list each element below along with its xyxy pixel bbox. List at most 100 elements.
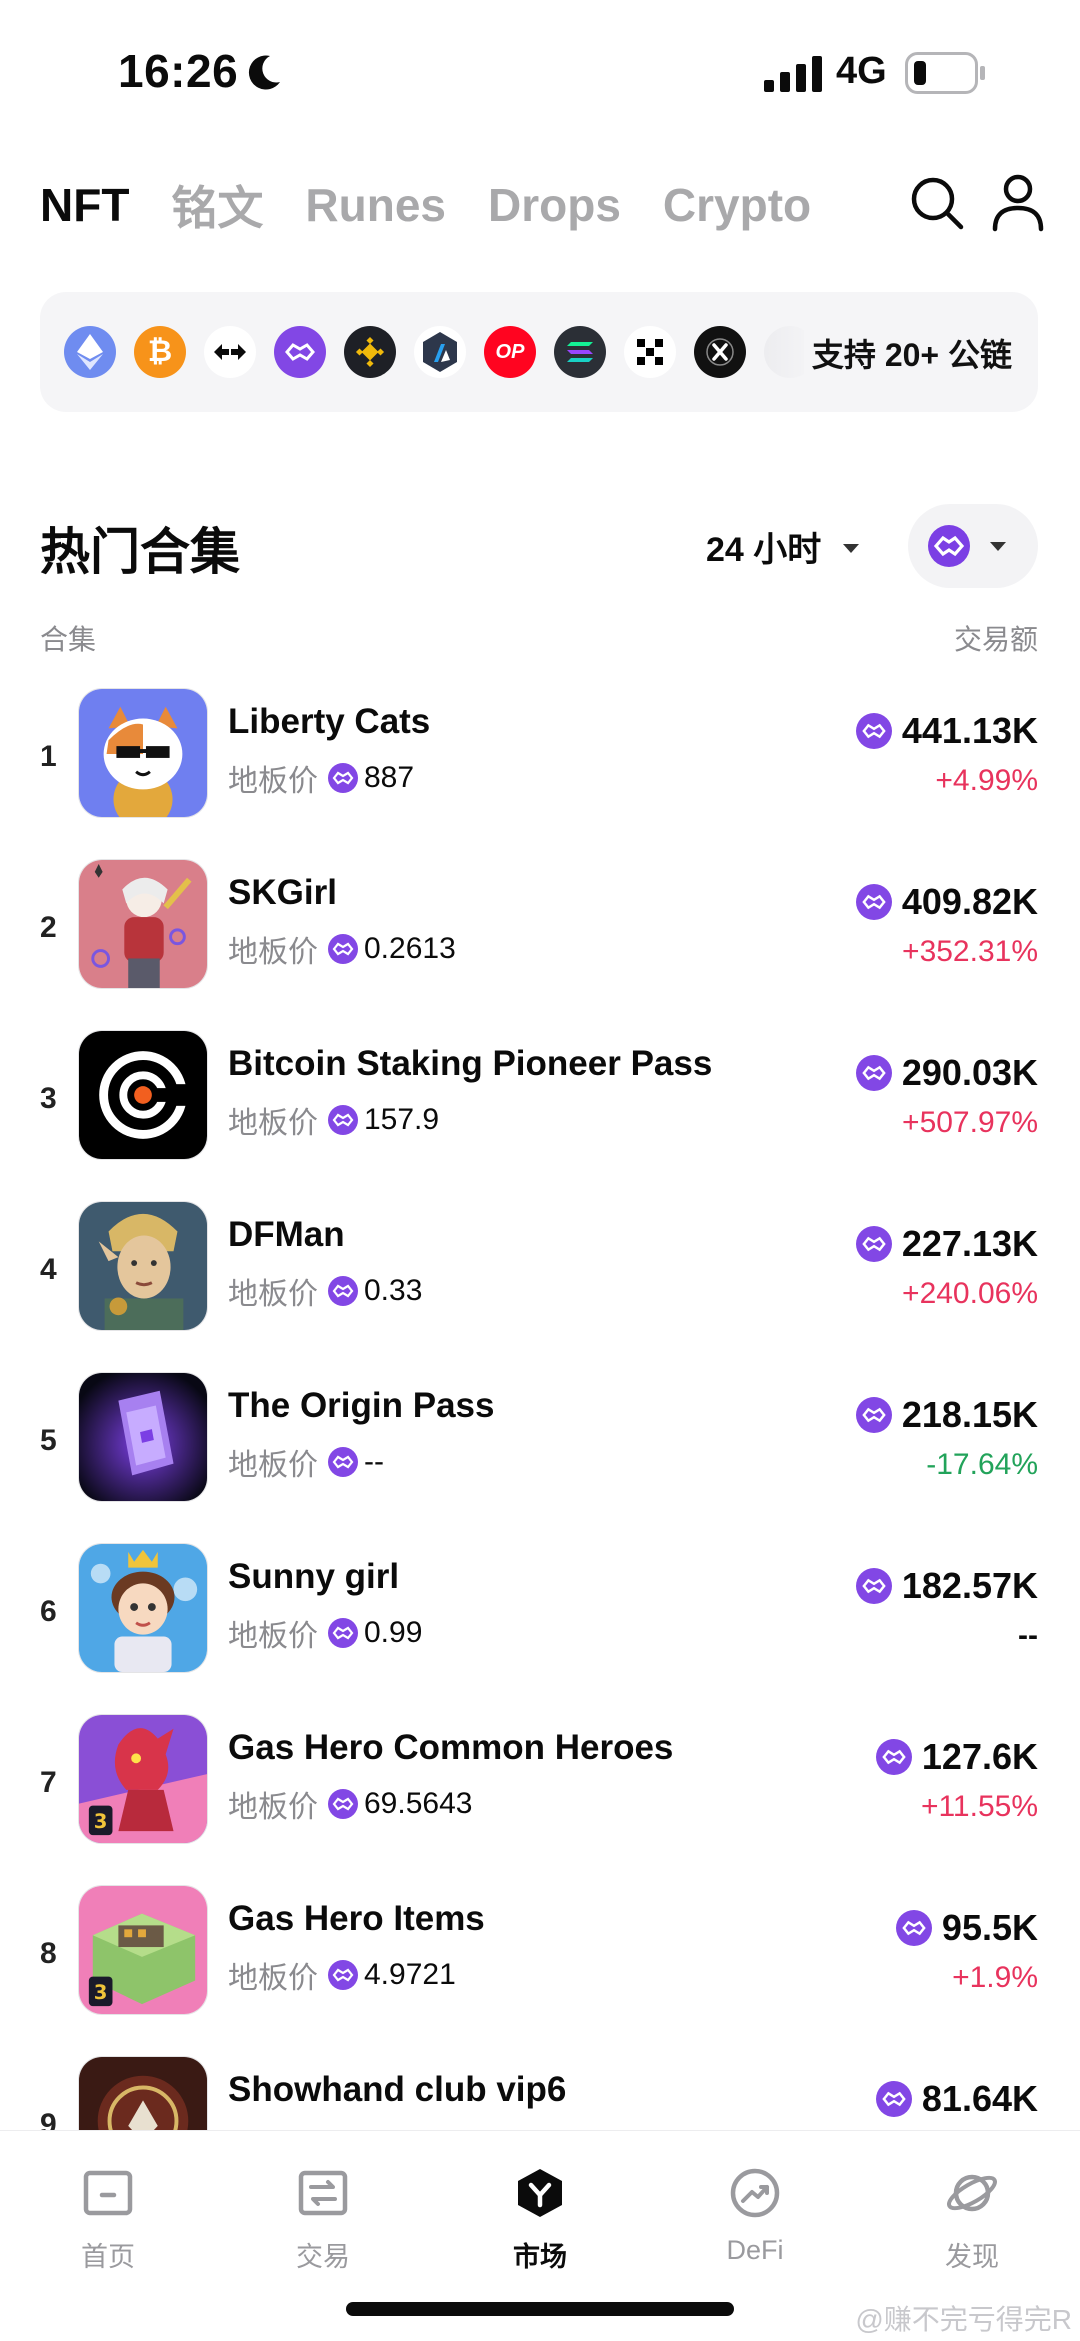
tab-drops[interactable]: Drops <box>488 178 621 232</box>
polygon-icon <box>328 934 358 964</box>
ethereum-icon[interactable] <box>64 326 116 378</box>
volume-value: 182.57K <box>901 1565 1038 1606</box>
change-percent: +1.9% <box>952 1961 1038 1994</box>
home-indicator[interactable] <box>346 2302 734 2316</box>
x-layer-icon[interactable] <box>694 326 746 378</box>
floor-value: 4.9721 <box>364 1958 456 1991</box>
volume-value: 227.13K <box>901 1223 1038 1264</box>
collection-row[interactable]: 6 Sunny girl 地板价 0.99 182.57K -- <box>0 1543 1080 1714</box>
floor-price: 地板价 0.99 <box>228 1613 422 1653</box>
tab-nft[interactable]: NFT <box>40 178 129 232</box>
volume: 409.82K <box>855 881 1038 923</box>
polygon-icon <box>855 1226 892 1262</box>
status-time: 16:26 <box>118 45 239 97</box>
rank-number: 2 <box>40 911 57 944</box>
collection-row[interactable]: 7 3 Gas Hero Common Heroes 地板价 69.5643 1… <box>0 1714 1080 1885</box>
polygon-icon <box>328 1105 358 1135</box>
volume-value: 218.15K <box>901 1394 1038 1435</box>
polygon-icon <box>855 1397 892 1433</box>
floor-price: 地板价 157.9 <box>228 1100 439 1140</box>
optimism-icon[interactable]: OP <box>484 326 536 378</box>
floor-label: 地板价 <box>228 1449 318 1482</box>
floor-price: 地板价 -- <box>228 1442 384 1482</box>
solana-icon[interactable] <box>554 326 606 378</box>
collection-name: DFMan <box>228 1215 345 1254</box>
collection-thumbnail: 3 <box>78 1885 208 2015</box>
polygon-icon[interactable] <box>274 326 326 378</box>
bnb-icon[interactable] <box>344 326 396 378</box>
rank-number: 6 <box>40 1595 57 1628</box>
collection-name: Showhand club vip6 <box>228 2070 567 2109</box>
floor-value: -- <box>364 1445 384 1478</box>
polygon-icon <box>875 1739 912 1775</box>
collection-name: Bitcoin Staking Pioneer Pass <box>228 1044 713 1083</box>
collection-row[interactable]: 3 Bitcoin Staking Pioneer Pass 地板价 157.9… <box>0 1030 1080 1201</box>
collection-name: The Origin Pass <box>228 1386 495 1425</box>
battery-icon <box>905 52 985 94</box>
floor-value: 0.99 <box>364 1616 423 1649</box>
floor-label: 地板价 <box>228 1620 318 1653</box>
volume-value: 127.6K <box>921 1736 1038 1777</box>
polygon-icon <box>328 1618 358 1648</box>
change-percent: +507.97% <box>902 1106 1038 1139</box>
floor-value: 887 <box>364 761 415 794</box>
nav-defi[interactable]: DeFi <box>685 2149 825 2269</box>
floor-value: 69.5643 <box>364 1787 473 1820</box>
collection-row[interactable]: 4 DFMan 地板价 0.33 227.13K +240.06% <box>0 1201 1080 1372</box>
period-value: 24 小时 <box>706 531 822 569</box>
search-icon[interactable] <box>908 174 966 232</box>
arbitrum-icon[interactable] <box>414 326 466 378</box>
bridge-icon[interactable] <box>204 326 256 378</box>
caret-down-icon <box>843 544 860 553</box>
tab-inscriptions[interactable]: 铭文 <box>171 172 263 238</box>
volume: 127.6K <box>875 1736 1038 1778</box>
tab-runes[interactable]: Runes <box>305 178 446 232</box>
nav-discover[interactable]: 发现 <box>902 2149 1042 2272</box>
bitcoin-icon[interactable]: ₿ <box>134 326 186 378</box>
nav-market[interactable]: 市场 <box>470 2149 610 2272</box>
polygon-icon <box>855 884 892 920</box>
collection-row[interactable]: 1 Liberty Cats 地板价 887 441.13K +4.99% <box>0 688 1080 859</box>
chain-strip[interactable]: ₿ OP 支持 20+ 公链 <box>40 292 1038 412</box>
period-dropdown[interactable]: 24 小时 <box>706 522 860 571</box>
change-percent: -17.64% <box>926 1448 1038 1481</box>
volume: 441.13K <box>855 710 1038 752</box>
column-header-volume[interactable]: 交易额 <box>954 618 1038 658</box>
collection-thumbnail <box>78 1201 208 1331</box>
volume: 227.13K <box>855 1223 1038 1265</box>
svg-text:3: 3 <box>94 1810 108 1833</box>
okx-icon[interactable] <box>624 326 676 378</box>
polygon-icon <box>855 1568 892 1604</box>
section-title: 热门合集 <box>40 524 240 580</box>
change-percent: +352.31% <box>902 935 1038 968</box>
tab-crypto[interactable]: Crypto <box>663 178 811 232</box>
signal-icon <box>764 56 822 92</box>
volume: 95.5K <box>895 1907 1038 1949</box>
floor-price: 地板价 887 <box>228 758 414 798</box>
collection-thumbnail <box>78 1543 208 1673</box>
home-icon <box>83 2170 133 2216</box>
user-icon[interactable] <box>990 172 1046 232</box>
polygon-icon <box>875 2081 912 2117</box>
rank-number: 3 <box>40 1082 57 1115</box>
polygon-icon <box>928 525 970 567</box>
collection-row[interactable]: 5 The Origin Pass 地板价 -- 218.15K -17.64% <box>0 1372 1080 1543</box>
caret-down-icon <box>990 542 1006 551</box>
nav-trade[interactable]: 交易 <box>253 2149 393 2272</box>
nav-home[interactable]: 首页 <box>38 2149 178 2272</box>
collection-name: Sunny girl <box>228 1557 400 1596</box>
change-percent: +4.99% <box>935 764 1038 797</box>
volume-value: 290.03K <box>901 1052 1038 1093</box>
collection-row[interactable]: 8 3 Gas Hero Items 地板价 4.9721 95.5K +1.9… <box>0 1885 1080 2056</box>
collection-thumbnail <box>78 1372 208 1502</box>
chain-support-label[interactable]: 支持 20+ 公链 <box>812 330 1012 376</box>
column-header-collection: 合集 <box>40 624 97 655</box>
floor-value: 0.33 <box>364 1274 423 1307</box>
volume: 290.03K <box>855 1052 1038 1094</box>
collection-name: SKGirl <box>228 873 337 912</box>
chain-filter-dropdown[interactable] <box>908 504 1038 588</box>
volume-value: 441.13K <box>901 710 1038 751</box>
collection-thumbnail <box>78 688 208 818</box>
top-tabs: NFT 铭文 Runes Drops Crypto <box>40 170 853 240</box>
collection-row[interactable]: 2 SKGirl 地板价 0.2613 409.82K +352.31% <box>0 859 1080 1030</box>
